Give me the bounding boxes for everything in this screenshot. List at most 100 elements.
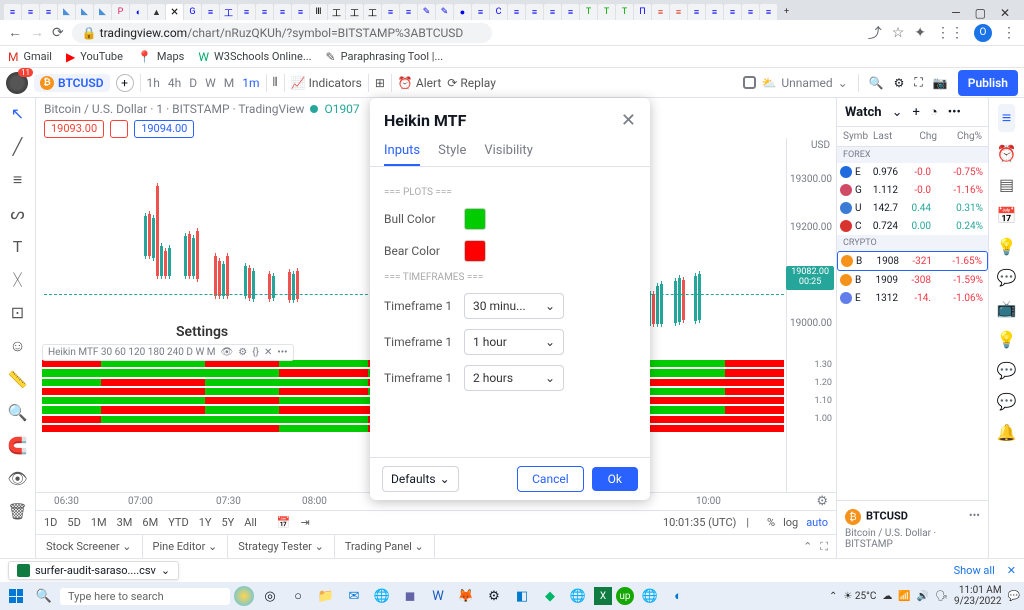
range-1D[interactable]: 1D — [44, 516, 57, 529]
code-icon[interactable]: {} — [252, 347, 259, 358]
camera-icon[interactable]: 📷 — [933, 76, 948, 90]
modal-tab-style[interactable]: Style — [438, 137, 466, 166]
more-icon[interactable]: ••• — [969, 509, 980, 522]
tab-mini[interactable]: ✎ — [418, 4, 435, 20]
range-5Y[interactable]: 5Y — [221, 516, 234, 529]
alert-button[interactable]: ⏰ Alert — [398, 76, 441, 90]
extensions-icon[interactable]: ✦ — [914, 25, 926, 41]
tab-mini[interactable]: ≡ — [4, 4, 21, 20]
tab-mini[interactable]: Ⅲ — [310, 4, 327, 20]
vscode-icon[interactable]: ◧ — [510, 585, 534, 607]
tab-active[interactable]: 🗙 — [166, 4, 183, 20]
task-view[interactable] — [234, 586, 254, 606]
tab-mini[interactable]: ≡ — [238, 4, 255, 20]
zoom-tool[interactable]: 🔍 — [8, 403, 28, 422]
tab-mini[interactable]: ≡ — [526, 4, 543, 20]
symbol-selector[interactable]: ₿ BTCUSD — [34, 74, 110, 92]
tab-mini[interactable]: ● — [454, 4, 471, 20]
show-all-downloads[interactable]: Show all — [954, 564, 995, 577]
range-YTD[interactable]: YTD — [168, 516, 188, 529]
hotlist-icon[interactable]: ▤ — [999, 175, 1014, 194]
range-3M[interactable]: 3M — [117, 516, 133, 529]
timeframe-4h[interactable]: 4h — [168, 76, 181, 90]
modal-tab-visibility[interactable]: Visibility — [484, 137, 533, 166]
template-button[interactable]: ⊞ — [375, 76, 385, 90]
expand-icon[interactable]: ⛶ — [820, 540, 828, 554]
notifications-icon[interactable]: 🔔 — [997, 423, 1017, 442]
profile-avatar[interactable]: O — [974, 24, 992, 42]
fullscreen-icon[interactable]: ⛶ — [914, 75, 922, 90]
ideas-icon[interactable]: 💡 — [997, 237, 1017, 256]
watchlist-icon[interactable]: ≡ — [998, 104, 1015, 132]
mtf-axis[interactable]: 1.301.201.101.00 — [786, 360, 836, 432]
timeframe-1m[interactable]: 1m — [242, 76, 259, 90]
taskbar-app[interactable]: ◼ — [398, 585, 422, 607]
prediction-tool[interactable]: ⊡ — [11, 303, 24, 322]
new-tab-button[interactable]: + — [778, 4, 795, 20]
pattern-tool[interactable]: ᚷ — [13, 270, 23, 289]
chrome-icon[interactable]: 🌐 — [566, 585, 590, 607]
chat-icon[interactable]: 💬 — [997, 268, 1017, 287]
panel-tab[interactable]: Trading Panel ⌄ — [335, 535, 435, 558]
watchlist-row[interactable]: U142.70.440.31% — [837, 199, 988, 217]
price-axis[interactable]: 19300.0019200.0019100.0019000.0019082.00… — [786, 138, 836, 492]
text-tool[interactable]: T — [13, 237, 23, 256]
menu-icon[interactable]: ⋮ — [1002, 25, 1016, 41]
tab-mini[interactable]: 工 — [364, 4, 381, 20]
bull-color-swatch[interactable] — [464, 208, 486, 230]
tab-mini[interactable]: ≡ — [400, 4, 417, 20]
settings-icon[interactable]: ⚙ — [894, 76, 905, 90]
close-icon[interactable]: ✕ — [621, 110, 636, 131]
ok-button[interactable]: Ok — [592, 467, 638, 491]
bookmark-item[interactable]: ✎Paraphrasing Tool |... — [326, 50, 444, 64]
tab-mini[interactable]: ▲ — [148, 4, 165, 20]
panel-tab[interactable]: Strategy Tester ⌄ — [228, 535, 335, 558]
goto-date-icon[interactable]: ⇥ — [301, 516, 310, 529]
watchlist-row[interactable]: G1.112-0.0-1.16% — [837, 181, 988, 199]
tab-mini[interactable]: ◣ — [76, 4, 93, 20]
search-icon[interactable]: 🔍 — [32, 585, 56, 607]
bookmark-icon[interactable]: ☆ — [892, 25, 905, 41]
window-minimize[interactable]: — — [951, 6, 960, 20]
fib-tool[interactable]: ≡ — [13, 170, 22, 190]
modal-tab-inputs[interactable]: Inputs — [384, 137, 420, 166]
brush-tool[interactable]: ᔕ — [10, 204, 24, 223]
bookmark-item[interactable]: 📍Maps — [137, 50, 184, 64]
cancel-button[interactable]: Cancel — [517, 466, 584, 492]
download-chip[interactable]: surfer-audit-saraso....csv ⌄ — [8, 561, 179, 580]
range-1M[interactable]: 1M — [91, 516, 107, 529]
tab-mini[interactable]: ≡ — [724, 4, 741, 20]
tab-mini[interactable]: 工 — [346, 4, 363, 20]
close-bar-icon[interactable]: ✕ — [1007, 564, 1016, 577]
taskbar-app[interactable]: ◆ — [538, 585, 562, 607]
taskbar-search[interactable]: Type here to search — [60, 588, 230, 605]
language-icon[interactable]: 🗣 — [935, 591, 948, 602]
upwork-icon[interactable]: up — [616, 587, 634, 605]
scale-%[interactable]: % — [767, 516, 775, 529]
tab-mini[interactable]: Π — [634, 4, 651, 20]
delete-icon[interactable]: ✕ — [264, 347, 272, 358]
system-clock[interactable]: 11:01 AM 9/23/2022 — [954, 585, 1002, 607]
magnet-tool[interactable]: 🧲 — [8, 436, 28, 455]
collapse-icon[interactable]: ⌃ — [803, 540, 812, 554]
ideas2-icon[interactable]: 💡 — [997, 330, 1017, 349]
tab-mini[interactable]: ≡ — [472, 4, 489, 20]
tab-mini[interactable]: T — [580, 4, 597, 20]
tab-mini[interactable]: ≡ — [292, 4, 309, 20]
publish-button[interactable]: Publish — [958, 70, 1018, 96]
forward-button[interactable]: → — [30, 24, 44, 41]
lock-tool[interactable]: 👁 — [7, 469, 27, 488]
taskbar-app[interactable]: ⚙ — [482, 585, 506, 607]
tab-mini[interactable]: ◣ — [58, 4, 75, 20]
watchlist-row[interactable]: E1312-14.-1.06% — [837, 289, 988, 307]
explorer-icon[interactable]: 📁 — [314, 585, 338, 607]
replay-button[interactable]: ⟳ Replay — [447, 76, 496, 90]
tf-select[interactable]: 2 hours⌄ — [464, 365, 564, 391]
taskbar-app[interactable]: ◐ — [666, 585, 690, 607]
tab-mini[interactable]: ≡ — [688, 4, 705, 20]
edge-icon[interactable]: 🌐 — [370, 585, 394, 607]
tab-mini[interactable]: 工 — [328, 4, 345, 20]
candles-style-button[interactable]: ⫴ — [273, 75, 278, 90]
tab-mini[interactable]: 工 — [220, 4, 237, 20]
chat2-icon[interactable]: 💬 — [997, 361, 1017, 380]
